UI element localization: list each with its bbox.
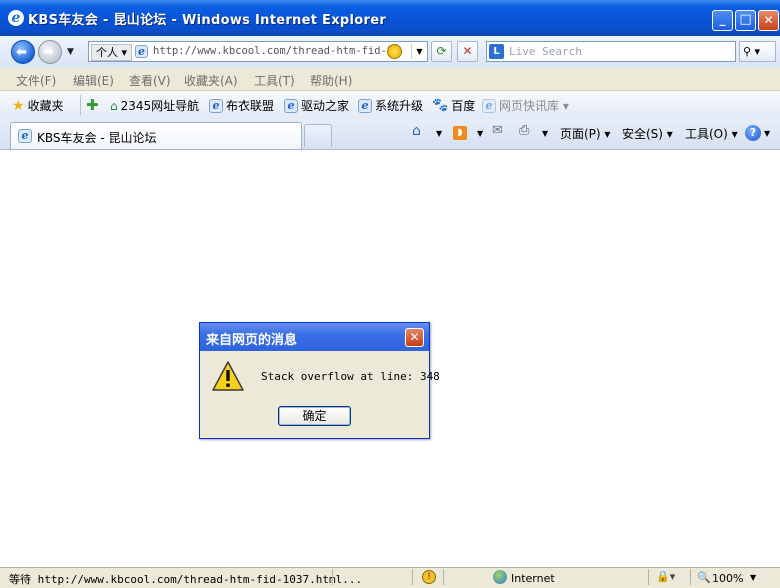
forward-arrow-icon: ➡ — [43, 45, 54, 60]
home-icon[interactable]: ⌂ — [412, 123, 421, 139]
search-button[interactable]: ⚲ ▾ — [739, 41, 776, 62]
globe-icon — [493, 570, 507, 584]
alert-dialog: 来自网页的消息 ✕ Stack overflow at line: 348 确定 — [199, 322, 440, 439]
ie-page-icon: e — [209, 98, 223, 113]
dialog-message: Stack overflow at line: 348 — [261, 370, 440, 383]
address-dropdown-icon[interactable]: ▼ — [411, 44, 427, 59]
stop-icon[interactable]: ✕ — [457, 41, 478, 62]
divider — [412, 569, 413, 585]
mail-icon[interactable]: ✉ — [492, 123, 503, 138]
minimize-button[interactable]: _ — [712, 10, 733, 31]
menu-edit[interactable]: 编辑(E) — [73, 72, 114, 89]
search-input[interactable]: Live Search — [509, 45, 582, 58]
zoom-icon: 🔍 — [697, 571, 711, 584]
ie-page-icon: e — [284, 98, 298, 113]
maximize-button[interactable]: □ — [735, 10, 756, 31]
ok-button[interactable]: 确定 — [278, 406, 351, 426]
fav-item-sysupgrade[interactable]: e 系统升级 — [358, 97, 423, 114]
star-icon: ★ — [12, 97, 25, 114]
compat-view-icon[interactable] — [387, 44, 402, 59]
warning-icon — [212, 361, 244, 391]
help-dropdown-icon[interactable]: ▼ — [764, 129, 770, 138]
live-search-logo-icon: L — [489, 44, 504, 59]
status-text: 等待 http://www.kbcool.com/thread-htm-fid-… — [9, 573, 363, 586]
dialog-close-button[interactable]: ✕ — [405, 328, 424, 347]
forward-button[interactable]: ➡ — [38, 40, 62, 64]
menu-file[interactable]: 文件(F) — [16, 72, 56, 89]
print-dropdown-icon[interactable]: ▼ — [542, 129, 548, 138]
protected-mode-icon[interactable]: 🔒▾ — [656, 570, 675, 583]
privacy-icon[interactable]: ! — [422, 570, 436, 584]
baidu-paw-icon: 🐾 — [432, 98, 449, 113]
tab-active[interactable]: e KBS车友会 - 昆山论坛 — [10, 122, 302, 149]
security-zone: Internet — [511, 572, 555, 585]
menu-bar — [0, 68, 780, 91]
divider — [80, 95, 81, 115]
fav-item-driver[interactable]: e 驱动之家 — [284, 97, 349, 114]
rss-icon[interactable]: ◗ — [453, 126, 467, 140]
recent-pages-dropdown[interactable]: ▼ — [67, 47, 74, 57]
page-icon: e — [135, 45, 148, 58]
zoom-level[interactable]: 100% — [712, 572, 743, 585]
refresh-icon[interactable]: ⟳ — [431, 41, 452, 62]
print-icon[interactable]: ⎙ — [519, 123, 529, 138]
window-title: KBS车友会 - 昆山论坛 - Windows Internet Explore… — [28, 13, 387, 28]
ie-page-icon: e — [358, 98, 372, 113]
menu-favorites[interactable]: 收藏夹(A) — [184, 72, 238, 89]
menu-tools[interactable]: 工具(T) — [254, 72, 295, 89]
menu-view[interactable]: 查看(V) — [129, 72, 171, 89]
divider — [332, 569, 333, 585]
zoom-dropdown-icon[interactable]: ▼ — [750, 573, 756, 582]
help-icon[interactable]: ? — [745, 125, 761, 141]
fav-item-buyi[interactable]: e 布衣联盟 — [209, 97, 274, 114]
back-button[interactable]: ⬅ — [11, 40, 35, 64]
tab-title: KBS车友会 - 昆山论坛 — [37, 131, 157, 145]
fav-item-webslice[interactable]: e 网页快讯库 ▾ — [482, 97, 569, 114]
rss-dropdown-icon[interactable]: ▼ — [477, 129, 483, 138]
page-menu[interactable]: 页面(P) ▾ — [560, 125, 610, 142]
ie-logo-icon: e — [8, 10, 24, 26]
divider — [648, 569, 649, 585]
divider — [443, 569, 444, 585]
new-tab-button[interactable] — [304, 124, 332, 147]
tools-menu[interactable]: 工具(O) ▾ — [685, 125, 738, 142]
fav-item-2345[interactable]: ⌂ 2345网址导航 — [110, 97, 199, 114]
search-box[interactable]: L Live Search — [486, 41, 736, 62]
favorites-button[interactable]: ★ 收藏夹 — [12, 97, 64, 114]
add-favorite-icon[interactable]: ✚ — [86, 96, 99, 114]
dialog-titlebar: 来自网页的消息 ✕ — [200, 323, 429, 351]
safety-menu[interactable]: 安全(S) ▾ — [622, 125, 673, 142]
address-url[interactable]: http://www.kbcool.com/thread-htm-fid-10 — [153, 45, 400, 57]
menu-help[interactable]: 帮助(H) — [310, 72, 352, 89]
house-icon: ⌂ — [110, 98, 118, 113]
divider — [690, 569, 691, 585]
address-prefix[interactable]: 个人 ▾ — [91, 44, 133, 61]
home-dropdown-icon[interactable]: ▼ — [436, 129, 442, 138]
ie-page-icon: e — [18, 129, 32, 143]
close-window-button[interactable]: ✕ — [758, 10, 779, 31]
ie-page-icon: e — [482, 98, 496, 113]
address-bar[interactable]: 个人 ▾ e http://www.kbcool.com/thread-htm-… — [88, 41, 428, 62]
favorites-label: 收藏夹 — [27, 99, 64, 113]
fav-item-baidu[interactable]: 🐾 百度 — [432, 97, 475, 114]
back-arrow-icon: ⬅ — [16, 45, 27, 60]
dialog-title: 来自网页的消息 — [206, 333, 298, 348]
